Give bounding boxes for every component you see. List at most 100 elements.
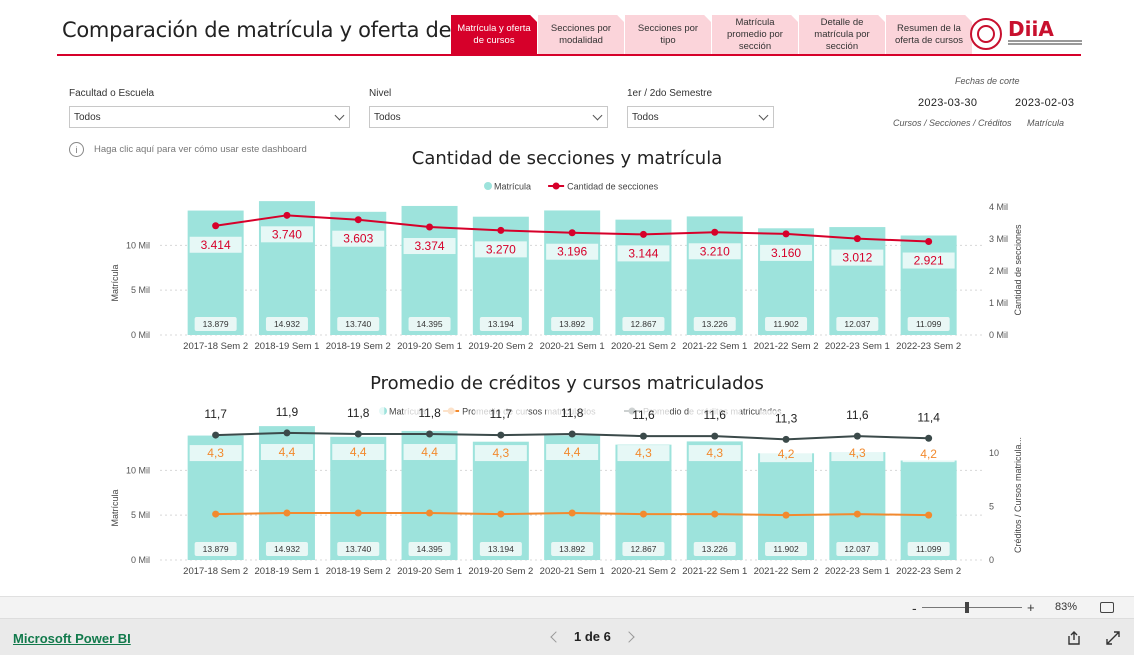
x-tick-label: 2020-21 Sem 2 xyxy=(611,341,676,352)
line-point xyxy=(925,511,933,519)
x-tick-label: 2018-19 Sem 1 xyxy=(254,341,319,352)
chart-secciones-matricula: Matrícula Cantidad de secciones 0 Mil 5 Mil… xyxy=(110,182,1023,353)
legend-label: Matrícula xyxy=(494,182,531,192)
cutoff-date-courses: 2023-03-30 xyxy=(918,97,978,109)
bar-value-label: 13.226 xyxy=(702,544,728,554)
y-axis-title: Matrícula xyxy=(110,489,120,526)
y2-tick-label: 1 Mil xyxy=(989,298,1008,308)
bar-matricula xyxy=(544,210,601,335)
line-point xyxy=(568,229,576,237)
line-value-label: 3.740 xyxy=(272,227,302,241)
x-tick-label: 2021-22 Sem 2 xyxy=(754,566,819,577)
tab-secciones-tipo[interactable]: Secciones por tipo xyxy=(625,15,711,54)
line-value-label: 4,4 xyxy=(564,445,581,459)
x-tick-label: 2019-20 Sem 1 xyxy=(397,566,462,577)
tab-detalle-matricula[interactable]: Detalle de matrícula por sección xyxy=(799,15,885,54)
fit-to-page-icon[interactable] xyxy=(1100,602,1114,613)
x-tick-label: 2021-22 Sem 1 xyxy=(682,341,747,352)
expand-icon[interactable] xyxy=(1105,630,1121,646)
line-point xyxy=(497,431,505,439)
line-value-label: 11,4 xyxy=(917,410,940,424)
page-indicator: 1 de 6 xyxy=(574,629,611,644)
bar-value-label: 12.037 xyxy=(844,544,870,554)
line-point xyxy=(711,432,719,440)
x-tick-label: 2022-23 Sem 1 xyxy=(825,566,890,577)
filter-facultad: Facultad o Escuela Todos xyxy=(69,88,350,128)
x-tick-label: 2018-19 Sem 2 xyxy=(326,341,391,352)
zoom-slider[interactable] xyxy=(922,607,1022,608)
help-text: Haga clic aquí para ver cómo usar este d… xyxy=(94,144,307,155)
cutoff-heading: Fechas de corte xyxy=(955,76,1020,86)
y-tick-label: 0 Mil xyxy=(131,555,150,565)
y2-tick-label: 0 xyxy=(989,555,994,565)
bar-value-label: 13.194 xyxy=(488,544,514,554)
report-tabs: Matrícula y oferta de cursos Secciones p… xyxy=(451,15,973,54)
share-icon[interactable] xyxy=(1066,630,1082,646)
legend-marker-bar xyxy=(484,182,492,190)
y2-axis-title: Cantidad de secciones xyxy=(1013,224,1023,316)
facultad-dropdown[interactable]: Todos xyxy=(69,106,350,128)
y-tick-label: 5 Mil xyxy=(131,510,150,520)
line-value-label: 11,6 xyxy=(704,408,727,422)
tab-matricula-promedio[interactable]: Matrícula promedio por sección xyxy=(712,15,798,54)
bar-value-label: 12.867 xyxy=(630,544,656,554)
line-point xyxy=(782,511,790,519)
line-point xyxy=(212,431,220,439)
line-value-label: 3.160 xyxy=(771,246,801,260)
x-tick-label: 2021-22 Sem 2 xyxy=(754,341,819,352)
line-point xyxy=(782,230,790,238)
logo-text: DiiA xyxy=(1008,17,1054,41)
report-canvas: Comparación de matrícula y oferta de cur… xyxy=(0,0,1134,596)
x-tick-label: 2020-21 Sem 2 xyxy=(611,566,676,577)
line-point xyxy=(853,432,861,440)
line-point xyxy=(639,230,647,238)
dropdown-value: Todos xyxy=(74,111,101,123)
line-value-label: 3.374 xyxy=(415,239,445,253)
tab-resumen-oferta[interactable]: Resumen de la oferta de cursos xyxy=(886,15,972,54)
zoom-in-button[interactable]: + xyxy=(1027,600,1035,615)
line-value-label: 4,3 xyxy=(635,446,652,460)
line-value-label: 3.210 xyxy=(700,244,730,258)
zoom-slider-thumb[interactable] xyxy=(965,602,969,613)
zoom-out-button[interactable]: - xyxy=(912,600,917,616)
bar-value-label: 13.892 xyxy=(559,544,585,554)
x-tick-label: 2022-23 Sem 1 xyxy=(825,341,890,352)
line-point xyxy=(568,509,576,517)
bar-value-label: 13.226 xyxy=(702,319,728,329)
line-point xyxy=(212,222,220,230)
chevron-down-icon xyxy=(334,110,345,120)
line-value-label: 11,7 xyxy=(204,407,227,421)
line-point xyxy=(711,510,719,518)
nivel-dropdown[interactable]: Todos xyxy=(369,106,608,128)
line-value-label: 3.144 xyxy=(628,246,658,260)
line-point xyxy=(426,223,434,231)
chevron-down-icon xyxy=(758,110,769,120)
power-bi-link[interactable]: Microsoft Power BI xyxy=(13,631,131,646)
line-value-label: 4,2 xyxy=(778,447,795,461)
help-link[interactable]: i Haga clic aquí para ver cómo usar este… xyxy=(69,142,307,157)
cutoff-caption-enrollment: Matrícula xyxy=(1027,118,1065,128)
line-point xyxy=(283,509,291,517)
y2-tick-label: 2 Mil xyxy=(989,266,1008,276)
line-point xyxy=(782,435,790,443)
semestre-dropdown[interactable]: Todos xyxy=(627,106,774,128)
line-point xyxy=(925,238,933,246)
line-point xyxy=(354,509,362,517)
bar-value-label: 11.099 xyxy=(916,319,942,329)
bar-value-label: 13.740 xyxy=(345,544,371,554)
line-value-label: 11,6 xyxy=(846,408,869,422)
x-tick-label: 2020-21 Sem 1 xyxy=(540,566,605,577)
x-tick-label: 2022-23 Sem 2 xyxy=(896,566,961,577)
line-value-label: 4,3 xyxy=(849,446,866,460)
tab-secciones-modalidad[interactable]: Secciones por modalidad xyxy=(538,15,624,54)
x-tick-label: 2019-20 Sem 2 xyxy=(468,566,533,577)
filter-label: Facultad o Escuela xyxy=(69,88,155,99)
bar-value-label: 14.395 xyxy=(417,544,443,554)
line-point xyxy=(711,228,719,236)
filter-label: Nivel xyxy=(369,88,392,99)
chevron-left-icon[interactable] xyxy=(550,630,562,643)
line-value-label: 11,8 xyxy=(561,406,584,420)
x-tick-label: 2018-19 Sem 1 xyxy=(254,566,319,577)
chevron-right-icon[interactable] xyxy=(623,630,635,643)
tab-matricula-oferta[interactable]: Matrícula y oferta de cursos xyxy=(451,15,537,54)
